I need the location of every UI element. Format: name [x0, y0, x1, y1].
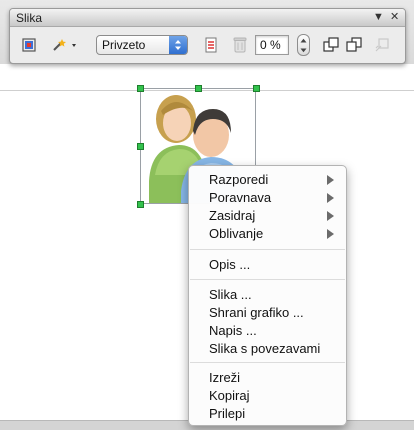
- resize-handle-top[interactable]: [195, 85, 202, 92]
- submenu-arrow-icon: [327, 211, 334, 221]
- menu-item-opis[interactable]: Opis ...: [190, 256, 345, 274]
- submenu-arrow-icon: [327, 193, 334, 203]
- menu-item-label: Slika s povezavami: [209, 341, 321, 356]
- select-arrows-icon: [169, 36, 187, 54]
- menu-item-slika[interactable]: Slika ...: [190, 286, 345, 304]
- graphics-mode-select[interactable]: Privzeto: [96, 35, 188, 55]
- menu-item-poravnava[interactable]: Poravnava: [190, 189, 345, 207]
- stepper-down-icon[interactable]: [298, 45, 309, 55]
- menu-separator: [190, 249, 345, 250]
- resize-handle-top-right[interactable]: [253, 85, 260, 92]
- menu-item-shrani-grafiko[interactable]: Shrani grafiko ...: [190, 304, 345, 322]
- transparency-value: 0 %: [260, 38, 281, 52]
- send-backward-icon[interactable]: [343, 35, 365, 55]
- menu-item-label: Kopiraj: [209, 388, 250, 403]
- menu-item-slika-s-povezavami[interactable]: Slika s povezavami: [190, 340, 345, 358]
- menu-item-prilepi[interactable]: Prilepi: [190, 405, 345, 423]
- menu-item-napis[interactable]: Napis ...: [190, 322, 345, 340]
- transparency-input[interactable]: 0 %: [255, 35, 289, 55]
- menu-item-zasidraj[interactable]: Zasidraj: [190, 207, 345, 225]
- resize-handle-left[interactable]: [137, 143, 144, 150]
- menu-item-label: Poravnava: [209, 190, 272, 205]
- crop-icon[interactable]: [200, 35, 222, 55]
- context-menu: Razporedi Poravnava Zasidraj Oblivanje O…: [188, 165, 347, 426]
- toolbar-title: Slika: [16, 11, 43, 25]
- color-icon[interactable]: [50, 35, 80, 55]
- menu-item-kopiraj[interactable]: Kopiraj: [190, 387, 345, 405]
- menu-item-label: Oblivanje: [209, 226, 264, 241]
- menu-item-label: Izreži: [209, 370, 241, 385]
- transparency-stepper[interactable]: [297, 34, 310, 56]
- menu-item-razporedi[interactable]: Razporedi: [190, 171, 345, 189]
- menu-item-label: Zasidraj: [209, 208, 256, 223]
- graphics-mode-value: Privzeto: [102, 38, 146, 52]
- wrap-icon[interactable]: [372, 35, 394, 55]
- menu-item-label: Shrani grafiko ...: [209, 305, 304, 320]
- toolbar-close-icon[interactable]: ✕: [390, 10, 399, 24]
- menu-item-izrezi[interactable]: Izreži: [190, 369, 345, 387]
- menu-separator: [190, 279, 345, 280]
- menu-item-label: Napis ...: [209, 323, 257, 338]
- submenu-arrow-icon: [327, 175, 334, 185]
- resize-handle-top-left[interactable]: [137, 85, 144, 92]
- menu-separator: [190, 362, 345, 363]
- toolbar-row: Privzeto 0 %: [10, 27, 405, 63]
- menu-item-oblivanje[interactable]: Oblivanje: [190, 225, 345, 243]
- filter-icon[interactable]: [18, 35, 40, 55]
- menu-item-label: Opis ...: [209, 257, 251, 272]
- trash-icon[interactable]: [229, 35, 251, 55]
- toolbar-menu-icon[interactable]: ▼: [373, 10, 384, 24]
- stepper-up-icon[interactable]: [298, 35, 309, 45]
- submenu-arrow-icon: [327, 229, 334, 239]
- toolbar-titlebar[interactable]: Slika ▼ ✕: [10, 9, 405, 27]
- menu-item-label: Razporedi: [209, 172, 269, 187]
- bring-forward-icon[interactable]: [320, 35, 342, 55]
- menu-item-label: Prilepi: [209, 406, 246, 421]
- menu-item-label: Slika ...: [209, 287, 252, 302]
- picture-toolbar: Slika ▼ ✕ Privzeto 0 %: [9, 8, 406, 64]
- resize-handle-bottom-left[interactable]: [137, 201, 144, 208]
